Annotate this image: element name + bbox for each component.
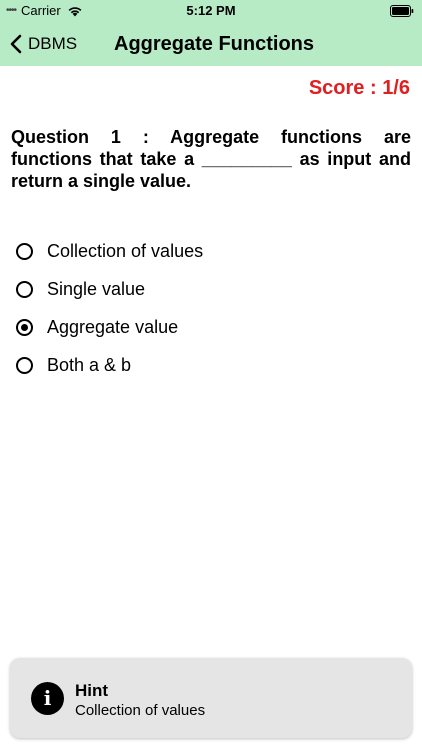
hint-text: Collection of values: [75, 702, 206, 719]
hint-panel: i Hint Collection of values: [10, 658, 412, 738]
answer-options: Collection of values Single value Aggreg…: [16, 232, 203, 384]
back-button[interactable]: DBMS: [10, 22, 77, 66]
page-title: Aggregate Functions: [114, 33, 315, 55]
info-icon: i: [31, 682, 64, 715]
battery-icon: [390, 5, 414, 17]
status-time: 5:12 PM: [186, 3, 236, 18]
option-both-a-and-b[interactable]: Both a & b: [16, 346, 203, 384]
navigation-bar: DBMS Aggregate Functions: [0, 22, 422, 66]
hint-title: Hint: [75, 681, 109, 700]
back-label: DBMS: [28, 34, 78, 53]
chevron-left-icon: [10, 34, 22, 54]
option-label: Collection of values: [47, 240, 204, 261]
question-text: Question 1 : Aggregate functions are fun…: [11, 127, 411, 191]
option-label: Both a & b: [47, 354, 132, 375]
option-single-value[interactable]: Single value: [16, 270, 203, 308]
radio-button[interactable]: [16, 242, 33, 260]
radio-button[interactable]: [16, 356, 33, 374]
option-aggregate-value[interactable]: Aggregate value: [16, 308, 203, 346]
option-label: Single value: [47, 278, 146, 299]
radio-button[interactable]: [16, 280, 33, 298]
status-bar: •••• Carrier 5:12 PM: [0, 0, 422, 22]
option-collection-of-values[interactable]: Collection of values: [16, 232, 203, 270]
score-label: Score : 1/6: [308, 77, 410, 99]
radio-button-selected[interactable]: [16, 318, 33, 336]
option-label: Aggregate value: [47, 316, 179, 337]
